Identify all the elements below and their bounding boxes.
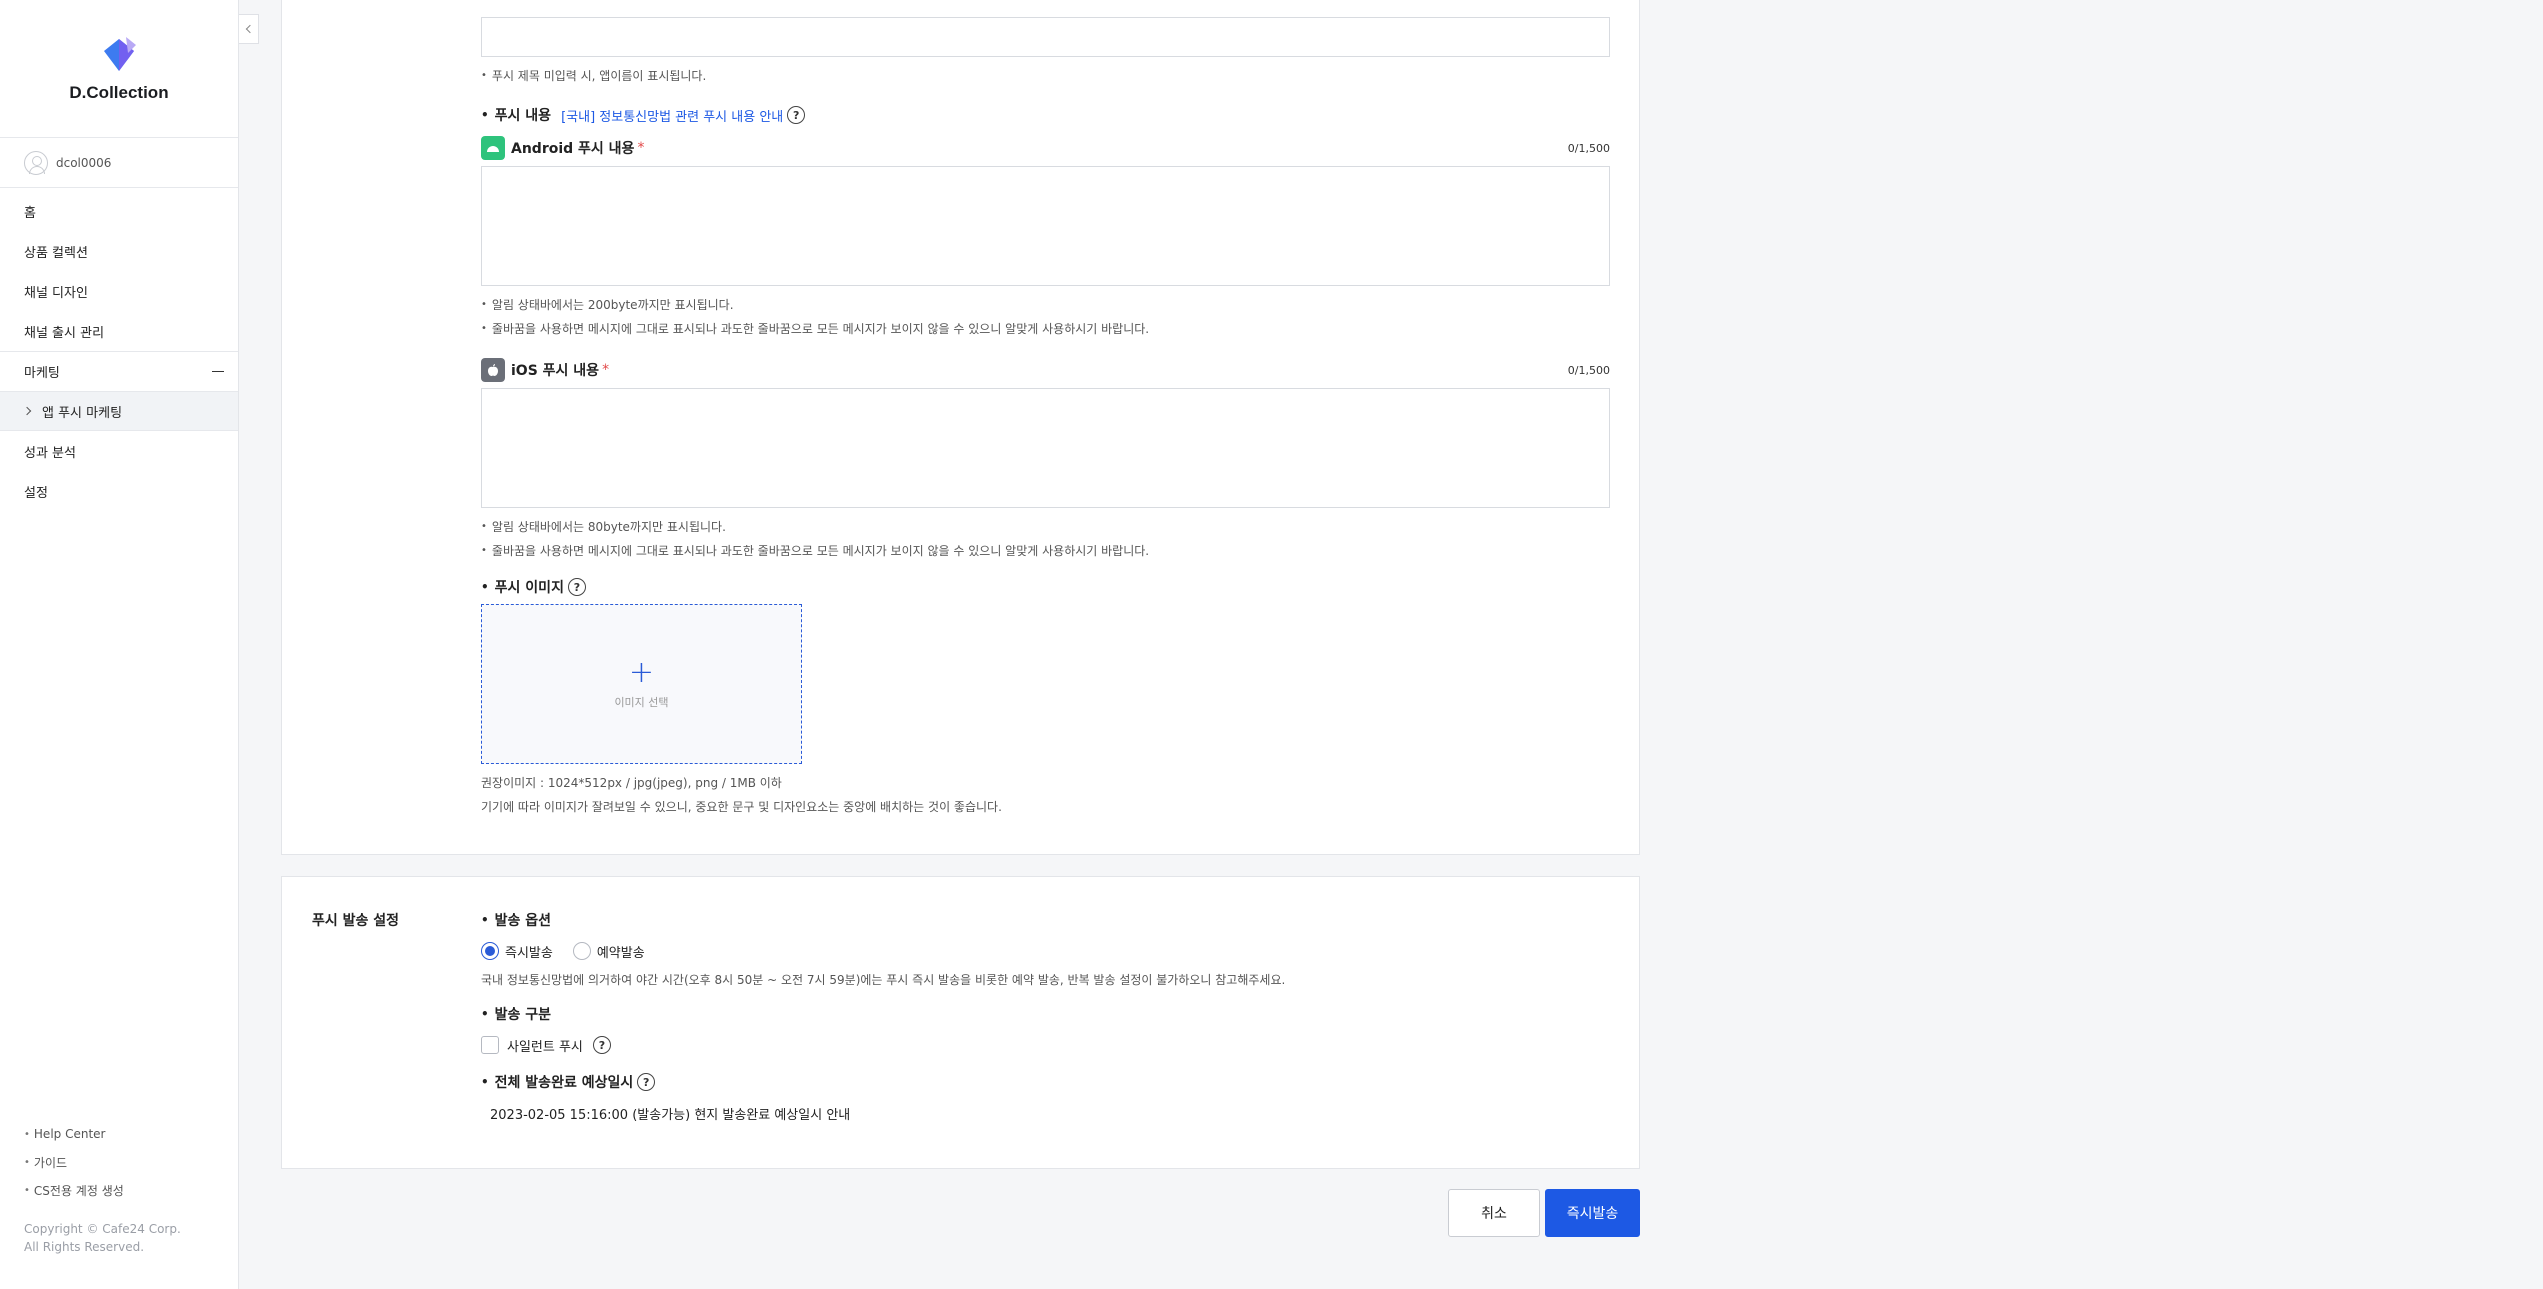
sidebar-item-label: 앱 푸시 마케팅 [42,405,123,421]
eta-title: 전체 발송완료 예상일시 ? [481,1071,1610,1093]
push-content-title: 푸시 내용 [국내] 정보통신망법 관련 푸시 내용 안내 ? [481,104,1610,126]
android-note: 줄바꿈을 사용하면 메시지에 그대로 표시되나 과도한 줄바꿈으로 모든 메시지… [481,316,1610,340]
law-guide-link[interactable]: [국내] 정보통신망법 관련 푸시 내용 안내 [561,106,783,125]
sidebar-item-analytics[interactable]: 성과 분석 [0,431,238,471]
android-icon [481,136,505,160]
logo-icon [104,36,136,71]
logo-text: D.Collection [69,82,169,102]
chevron-right-icon [22,406,32,416]
sidebar-item-channel-design[interactable]: 채널 디자인 [0,271,238,311]
help-icon[interactable]: ? [787,106,806,124]
sidebar-footer: Help Center 가이드 CS전용 계정 생성 Copyright © C… [24,1120,181,1256]
ios-header: iOS 푸시 내용 * 0/1,500 [481,358,1610,382]
help-icon[interactable]: ? [592,1036,611,1054]
android-content-textarea[interactable] [481,166,1610,286]
send-option-radios: 즉시발송 예약발송 [481,939,1610,963]
section-title: 푸시 발송 설정 [312,913,400,929]
cs-account-link[interactable]: CS전용 계정 생성 [24,1176,181,1204]
sidebar-item-product-collection[interactable]: 상품 컬렉션 [0,231,238,271]
image-crop-note: 기기에 따라 이미지가 잘려보일 수 있으니, 중요한 문구 및 디자인요소는 … [481,799,1002,814]
avatar-icon [24,150,48,175]
push-title-block: 푸시 제목 미입력 시, 앱이름이 표시됩니다. [481,17,1610,87]
sidebar-item-home[interactable]: 홈 [0,191,238,231]
ios-label: iOS 푸시 내용 [511,363,600,379]
sidebar-item-marketing[interactable]: 마케팅 [0,351,238,391]
sidebar-item-settings[interactable]: 설정 [0,471,238,511]
android-label: Android 푸시 내용 [511,141,635,157]
plus-icon: + [628,655,655,690]
radio-send-now[interactable] [481,942,499,960]
required-mark: * [602,362,610,378]
ios-counter: 0/1,500 [1567,363,1610,377]
chevron-left-icon [245,24,255,34]
sidebar-collapse-button[interactable] [239,14,259,44]
user-profile[interactable]: dcol0006 [0,138,238,188]
sidebar-subitem-app-push[interactable]: 앱 푸시 마케팅 [0,391,238,431]
android-header: Android 푸시 내용 * 0/1,500 [481,136,1610,160]
push-content-panel: 푸시 제목 미입력 시, 앱이름이 표시됩니다. 푸시 내용 [국내] 정보통신… [281,0,1640,855]
cancel-button[interactable]: 취소 [1448,1189,1540,1237]
user-name: dcol0006 [56,155,112,170]
sidebar-item-channel-release[interactable]: 채널 출시 관리 [0,311,238,351]
guide-link[interactable]: 가이드 [24,1148,181,1176]
radio-send-scheduled[interactable] [572,942,591,960]
help-icon[interactable]: ? [637,1073,656,1091]
push-image-label: 푸시 이미지 [494,580,564,596]
android-label-wrap: Android 푸시 내용 * [481,136,644,160]
ios-note: 알림 상태바에서는 80byte까지만 표시됩니다. [481,514,1610,538]
apple-icon [481,358,505,382]
required-mark: * [637,140,645,156]
copyright-line: Copyright © Cafe24 Corp. [24,1222,181,1236]
copyright-line: All Rights Reserved. [24,1240,145,1254]
send-option-title: 발송 옵션 [481,909,1610,931]
sidebar-item-label: 마케팅 [24,366,60,381]
sidebar: D.Collection dcol0006 홈 상품 컬렉션 채널 디자인 채널… [0,0,239,1289]
image-upload-box[interactable]: + 이미지 선택 [481,604,802,764]
push-image-title: 푸시 이미지 ? [481,576,1610,598]
send-now-button[interactable]: 즉시발송 [1545,1189,1640,1237]
silent-push-row: 사일런트 푸시 ? [481,1033,1610,1057]
copyright: Copyright © Cafe24 Corp. All Rights Rese… [24,1220,181,1256]
silent-push-label[interactable]: 사일런트 푸시 [507,1036,583,1055]
send-settings-panel: 푸시 발송 설정 발송 옵션 즉시발송 예약발송 국내 정보통신망법에 의거하여… [281,876,1640,1169]
logo[interactable]: D.Collection [0,0,238,138]
send-type-title: 발송 구분 [481,1003,1610,1025]
help-center-link[interactable]: Help Center [24,1120,181,1148]
collapse-icon [212,371,224,372]
image-spec-note: 권장이미지 : 1024*512px / jpg(jpeg), png / 1M… [481,775,782,790]
ios-note: 줄바꿈을 사용하면 메시지에 그대로 표시되나 과도한 줄바꿈으로 모든 메시지… [481,538,1610,562]
image-select-label: 이미지 선택 [614,696,669,709]
radio-send-now-label[interactable]: 즉시발송 [505,942,553,961]
radio-send-scheduled-label[interactable]: 예약발송 [597,942,645,961]
ios-content-textarea[interactable] [481,388,1610,508]
push-title-note: 푸시 제목 미입력 시, 앱이름이 표시됩니다. [481,63,1610,87]
help-icon[interactable]: ? [567,578,586,596]
send-settings-content: 발송 옵션 즉시발송 예약발송 국내 정보통신망법에 의거하여 야간 시간(오후… [481,909,1610,1125]
android-counter: 0/1,500 [1567,141,1610,155]
push-content-label: 푸시 내용 [494,108,552,124]
send-option-note: 국내 정보통신망법에 의거하여 야간 시간(오후 8시 50분 ~ 오전 7시 … [481,972,1286,987]
eta-value: 2023-02-05 15:16:00 (발송가능) 현지 발송완료 예상일시 … [490,1107,851,1123]
android-note: 알림 상태바에서는 200byte까지만 표시됩니다. [481,292,1610,316]
push-title-input[interactable] [481,17,1610,57]
silent-push-checkbox[interactable] [481,1036,499,1054]
eta-label: 전체 발송완료 예상일시 [494,1075,634,1091]
ios-label-wrap: iOS 푸시 내용 * [481,358,609,382]
push-content-block: 푸시 내용 [국내] 정보통신망법 관련 푸시 내용 안내 ? Android … [481,104,1610,818]
